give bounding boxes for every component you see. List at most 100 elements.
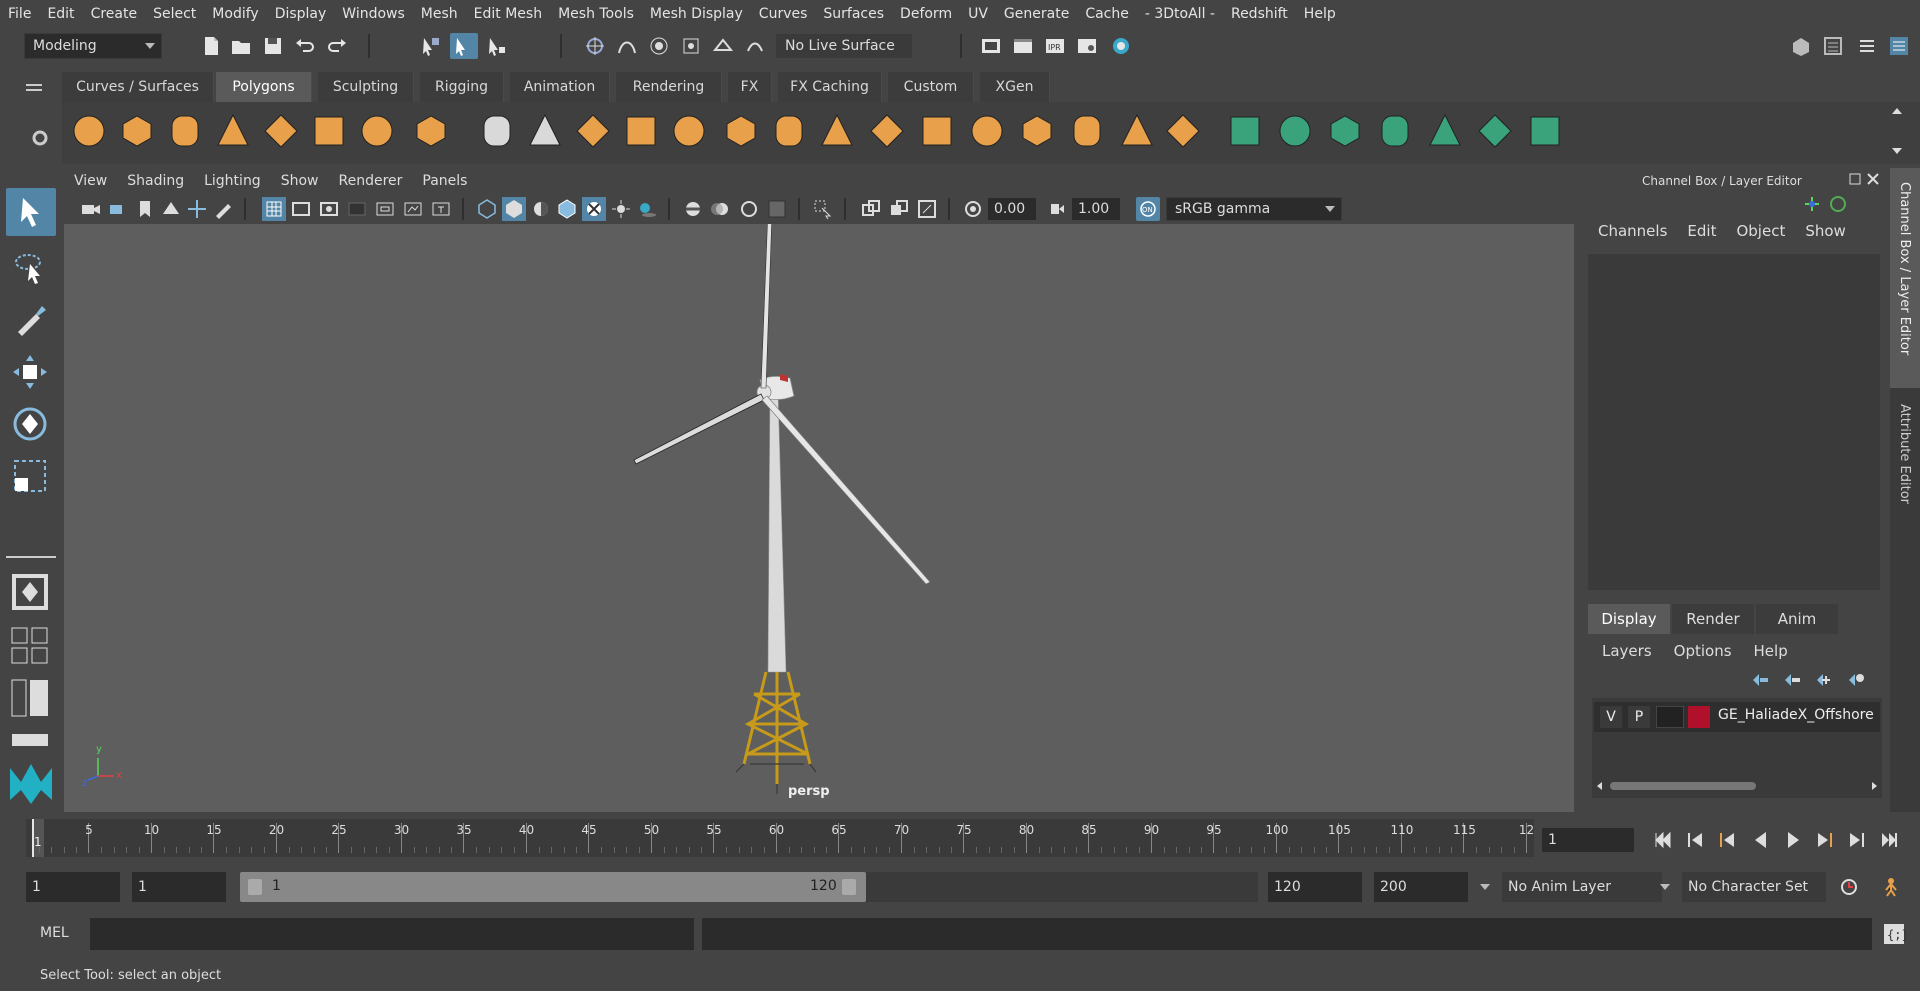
- live-surface-field[interactable]: No Live Surface: [776, 34, 912, 58]
- poly-torus-icon[interactable]: [310, 112, 348, 150]
- viewport-menu-lighting[interactable]: Lighting: [194, 173, 271, 189]
- undo-icon[interactable]: [294, 35, 316, 57]
- snap-projected-center-icon[interactable]: [680, 35, 702, 57]
- camera-attributes-icon[interactable]: [108, 198, 130, 220]
- new-scene-icon[interactable]: [200, 35, 222, 57]
- multi-cut-icon[interactable]: [968, 112, 1006, 150]
- menu-modify[interactable]: Modify: [204, 6, 266, 22]
- anti-aliasing-icon[interactable]: [738, 198, 760, 220]
- channel-box-menu-object[interactable]: Object: [1736, 222, 1785, 240]
- horizontal-scrollbar[interactable]: [1610, 782, 1756, 790]
- ipr-render-icon[interactable]: IPR: [1044, 35, 1066, 57]
- layer-row[interactable]: V P GE_HaliadeX_Offshore: [1594, 702, 1880, 732]
- planar-mapping-icon[interactable]: [1226, 112, 1264, 150]
- layer-editor-menu-help[interactable]: Help: [1754, 642, 1788, 660]
- menu-surfaces[interactable]: Surfaces: [815, 6, 892, 22]
- render-settings-icon[interactable]: [1076, 35, 1098, 57]
- automatic-mapping-icon[interactable]: [1276, 112, 1314, 150]
- manipulator-icon[interactable]: [1802, 194, 1822, 214]
- target-weld-icon[interactable]: [1018, 112, 1056, 150]
- open-scene-icon[interactable]: [230, 35, 252, 57]
- motion-blur-icon[interactable]: [710, 198, 732, 220]
- single-perspective-view-icon[interactable]: [10, 572, 50, 612]
- bookmark-icon[interactable]: [134, 198, 156, 220]
- character-set-dropdown[interactable]: No Character Set: [1682, 872, 1826, 902]
- viewport-canvas[interactable]: y x z persp: [64, 224, 1574, 812]
- poly-cube-icon[interactable]: [118, 112, 156, 150]
- uv-editor-icon[interactable]: [1526, 112, 1564, 150]
- gate-mask-icon[interactable]: [346, 198, 368, 220]
- side-tab-channel-box[interactable]: Channel Box / Layer Editor: [1890, 168, 1920, 388]
- range-slider-end-handle[interactable]: [842, 879, 856, 895]
- move-tool-icon[interactable]: [10, 352, 50, 392]
- menu-windows[interactable]: Windows: [334, 6, 413, 22]
- viewport-menu-show[interactable]: Show: [271, 173, 329, 189]
- play-backwards-icon[interactable]: [1750, 829, 1772, 851]
- grease-pencil-icon[interactable]: [212, 198, 234, 220]
- move-layer-up-icon[interactable]: [1750, 670, 1770, 690]
- paint-select-tool-icon[interactable]: [10, 300, 50, 340]
- layer-editor-tab-display[interactable]: Display: [1588, 604, 1670, 634]
- workspace-modeling-toolkit-icon[interactable]: [1790, 35, 1812, 57]
- menu-curves[interactable]: Curves: [751, 6, 816, 22]
- shelf-tab-animation[interactable]: Animation: [510, 72, 610, 102]
- menu-mesh-display[interactable]: Mesh Display: [642, 6, 751, 22]
- shelf-tab-sculpting[interactable]: Sculpting: [318, 72, 414, 102]
- menu-3dtoall[interactable]: - 3DtoAll -: [1137, 6, 1223, 22]
- rotate-tool-icon[interactable]: [10, 404, 50, 444]
- menu-select[interactable]: Select: [145, 6, 204, 22]
- play-forwards-icon[interactable]: [1782, 829, 1804, 851]
- layer-color-swatch[interactable]: [1688, 706, 1710, 728]
- snap-view-plane-icon[interactable]: [712, 35, 734, 57]
- scene-start-field[interactable]: 1: [26, 872, 120, 902]
- lasso-tool-icon[interactable]: [10, 248, 50, 288]
- hypershade-icon[interactable]: [1110, 35, 1132, 57]
- 2d-pan-zoom-icon[interactable]: [186, 198, 208, 220]
- gamma-field[interactable]: 1.00: [1072, 198, 1120, 220]
- shadows-icon[interactable]: [636, 198, 658, 220]
- depth-of-field-icon[interactable]: [766, 198, 788, 220]
- use-all-lights-icon[interactable]: [610, 198, 632, 220]
- viewport-menu-renderer[interactable]: Renderer: [328, 173, 412, 189]
- default-material-icon[interactable]: [530, 198, 552, 220]
- close-icon[interactable]: [1866, 172, 1880, 186]
- step-back-key-icon[interactable]: [1716, 829, 1738, 851]
- film-gate-icon[interactable]: [290, 198, 312, 220]
- four-view-layout-icon[interactable]: [10, 626, 50, 666]
- menu-create[interactable]: Create: [83, 6, 146, 22]
- scale-tool-icon[interactable]: [10, 456, 50, 496]
- cube-uv-icon[interactable]: [1376, 112, 1414, 150]
- layer-editor-tab-render[interactable]: Render: [1672, 604, 1754, 634]
- field-chart-icon[interactable]: [374, 198, 396, 220]
- poly-pipe-icon[interactable]: [412, 112, 450, 150]
- boolean-union-icon[interactable]: [670, 112, 708, 150]
- gamma-icon[interactable]: [1046, 198, 1068, 220]
- go-to-end-icon[interactable]: [1878, 829, 1900, 851]
- menu-edit-mesh[interactable]: Edit Mesh: [466, 6, 550, 22]
- camera-select-icon[interactable]: [80, 198, 102, 220]
- shelf-settings-gear-icon[interactable]: [30, 128, 50, 148]
- workspace-tool-settings-icon[interactable]: [1856, 35, 1878, 57]
- redo-icon[interactable]: [326, 35, 348, 57]
- menu-deform[interactable]: Deform: [892, 6, 960, 22]
- menu-help[interactable]: Help: [1296, 6, 1344, 22]
- poly-sphere-icon[interactable]: [70, 112, 108, 150]
- screen-space-ambient-occlusion-icon[interactable]: [682, 198, 704, 220]
- scroll-right-icon[interactable]: [1868, 780, 1880, 792]
- workspace-channel-box-icon[interactable]: [1888, 35, 1910, 57]
- channel-list[interactable]: [1588, 254, 1880, 590]
- anim-layer-dropdown[interactable]: No Anim Layer: [1502, 872, 1662, 902]
- safe-title-icon[interactable]: [430, 198, 452, 220]
- speed-icon[interactable]: [1828, 194, 1848, 214]
- go-to-start-icon[interactable]: [1652, 829, 1674, 851]
- layout-bar-icon[interactable]: [10, 730, 50, 750]
- poly-pyramid-icon[interactable]: [358, 112, 396, 150]
- poly-cone-icon[interactable]: [214, 112, 252, 150]
- step-back-frame-icon[interactable]: [1684, 829, 1706, 851]
- render-current-frame-icon[interactable]: [1012, 35, 1034, 57]
- xray-icon[interactable]: [860, 198, 882, 220]
- menu-generate[interactable]: Generate: [996, 6, 1077, 22]
- layer-name[interactable]: GE_HaliadeX_Offshore: [1718, 707, 1878, 723]
- shelf-tab-fx[interactable]: FX: [728, 72, 772, 102]
- shelf-scroll-down-icon[interactable]: [1890, 144, 1904, 158]
